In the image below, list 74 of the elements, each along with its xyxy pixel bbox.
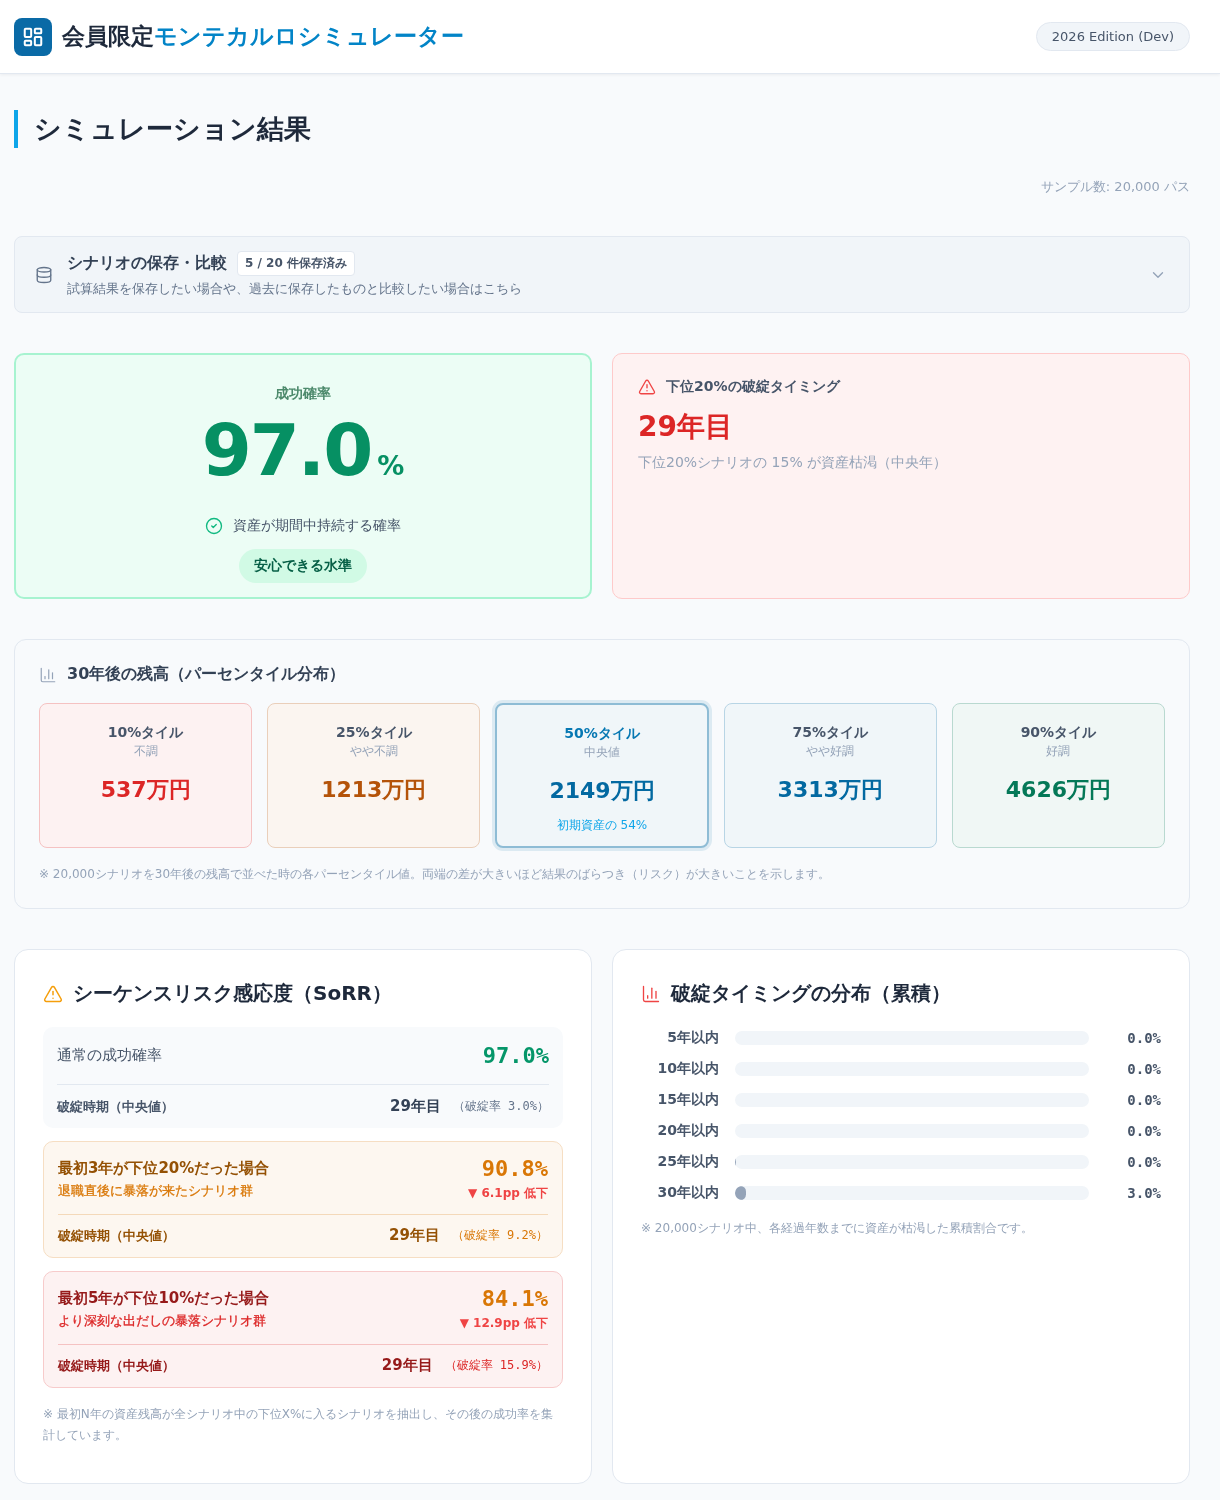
sorr-footnote: ※ 最初N年の資産残高が全シナリオ中の下位X%に入るシナリオを抽出し、その後の成功率を集計しています。 [43, 1406, 555, 1444]
dashboard-icon [14, 17, 52, 56]
percent-reading: 0.0% [1126, 1030, 1161, 1047]
ruin-caption: 下位20%シナリオの 15% が資産枯渇（中央年） [638, 454, 949, 472]
check-circle-icon [205, 517, 223, 535]
sample-count: サンプル数: 20,000 パス [1039, 178, 1190, 196]
percent-reading: 0.0% [1126, 1061, 1161, 1078]
scenario-rate: 84.1% [481, 1286, 548, 1312]
tile-value: 3313万円 [777, 776, 883, 804]
period-label: 25年以内 [656, 1153, 719, 1172]
period-label: 20年以内 [656, 1122, 719, 1141]
period-label: 15年以内 [656, 1091, 719, 1110]
panel-title: シナリオの保存・比較 [67, 253, 227, 274]
percent-reading: 0.0% [1126, 1092, 1161, 1109]
warning-icon [43, 983, 63, 1004]
ruin-rate: （破綻率 9.2%） [451, 1227, 548, 1245]
timing-title: 破綻タイミングの分布（累積） [671, 980, 951, 1008]
percent-reading: 0.0% [1126, 1154, 1161, 1171]
sorr-title: シーケンスリスク感応度（SoRR） [73, 980, 392, 1008]
ruin-card-title: 下位20%の破綻タイミング [666, 378, 840, 396]
success-caption: 資産が期間中持続する確率 [233, 517, 401, 535]
tile-label: 75%タイル [792, 724, 868, 742]
panel-description: 試算結果を保存したい場合や、過去に保存したものと比較したい場合はこちら [67, 280, 523, 298]
tile-sublabel: やや不調 [349, 743, 398, 760]
timing-label: 破綻時期（中央値） [57, 1097, 174, 1116]
rate-drop: ▼ 6.1pp 低下 [467, 1185, 548, 1203]
percentile-footnote: ※ 20,000シナリオを30年後の残高で並べた時の各パーセンタイル値。両端の差が大きいほど結果のばらつき（リスク）が大きいことを示します。 [39, 866, 832, 883]
bar-chart-icon [39, 665, 57, 684]
scenario-title: 最初3年が下位20%だった場合 [58, 1158, 270, 1178]
period-label: 10年以内 [656, 1060, 719, 1079]
success-rate: 97.0% [201, 407, 405, 494]
tile-value: 2149万円 [549, 777, 655, 805]
timing-value: 29年目 [389, 1226, 440, 1246]
database-icon [35, 265, 53, 284]
tile-value: 1213万円 [321, 776, 427, 804]
rate-drop: ▼ 12.9pp 低下 [459, 1315, 548, 1333]
ruin-rate: （破綻率 3.0%） [452, 1098, 549, 1116]
success-label: 成功確率 [275, 385, 331, 403]
saved-count-badge: 5 / 20 件保存済み [237, 251, 355, 276]
warning-icon [638, 378, 656, 396]
baseline-label: 通常の成功確率 [57, 1046, 162, 1066]
page-heading: シミュレーション結果 [14, 110, 1190, 148]
scenario-subtitle: より深刻な出だしの暴落シナリオ群 [58, 1311, 267, 1330]
timing-footnote: ※ 20,000シナリオ中、各経過年数までに資産が枯渇した累積割合です。 [641, 1220, 1034, 1238]
timing-label: 破綻時期（中央値） [58, 1356, 175, 1375]
tile-label: 25%タイル [336, 724, 412, 742]
percent-reading: 3.0% [1126, 1185, 1161, 1202]
percentile-title: 30年後の残高（パーセンタイル分布） [67, 664, 346, 685]
tile-note: 初期資産の 54% [556, 817, 648, 834]
bar-chart-icon [641, 983, 661, 1004]
tile-sublabel: 不調 [133, 743, 158, 760]
tile-sublabel: やや好調 [806, 743, 855, 760]
scenario-subtitle: 退職直後に暴落が来たシナリオ群 [58, 1181, 254, 1200]
ruin-year: 29年目 [638, 409, 734, 445]
period-label: 5年以内 [666, 1029, 719, 1048]
tile-label: 90%タイル [1020, 724, 1097, 742]
baseline-rate: 97.0% [482, 1043, 549, 1069]
percent-reading: 0.0% [1126, 1123, 1161, 1140]
period-label: 30年以内 [656, 1184, 719, 1203]
tile-sublabel: 好調 [1046, 743, 1071, 760]
timing-value: 29年目 [390, 1097, 441, 1117]
tile-label: 50%タイル [564, 725, 640, 743]
edition-badge: 2026 Edition (Dev) [1035, 22, 1190, 51]
tile-value: 4626万円 [1005, 776, 1111, 804]
app-title: 会員限定モンテカルロシミュレーター [62, 22, 464, 51]
timing-value: 29年目 [381, 1356, 433, 1376]
timing-label: 破綻時期（中央値） [58, 1226, 175, 1245]
tile-value: 537万円 [100, 776, 191, 804]
verdict-badge: 安心できる水準 [239, 549, 367, 583]
tile-sublabel: 中央値 [584, 744, 620, 761]
scenario-title: 最初5年が下位10%だった場合 [58, 1288, 270, 1308]
ruin-rate: （破綻率 15.9%） [444, 1357, 548, 1375]
tile-label: 10%タイル [107, 724, 184, 742]
scenario-rate: 90.8% [481, 1156, 548, 1182]
